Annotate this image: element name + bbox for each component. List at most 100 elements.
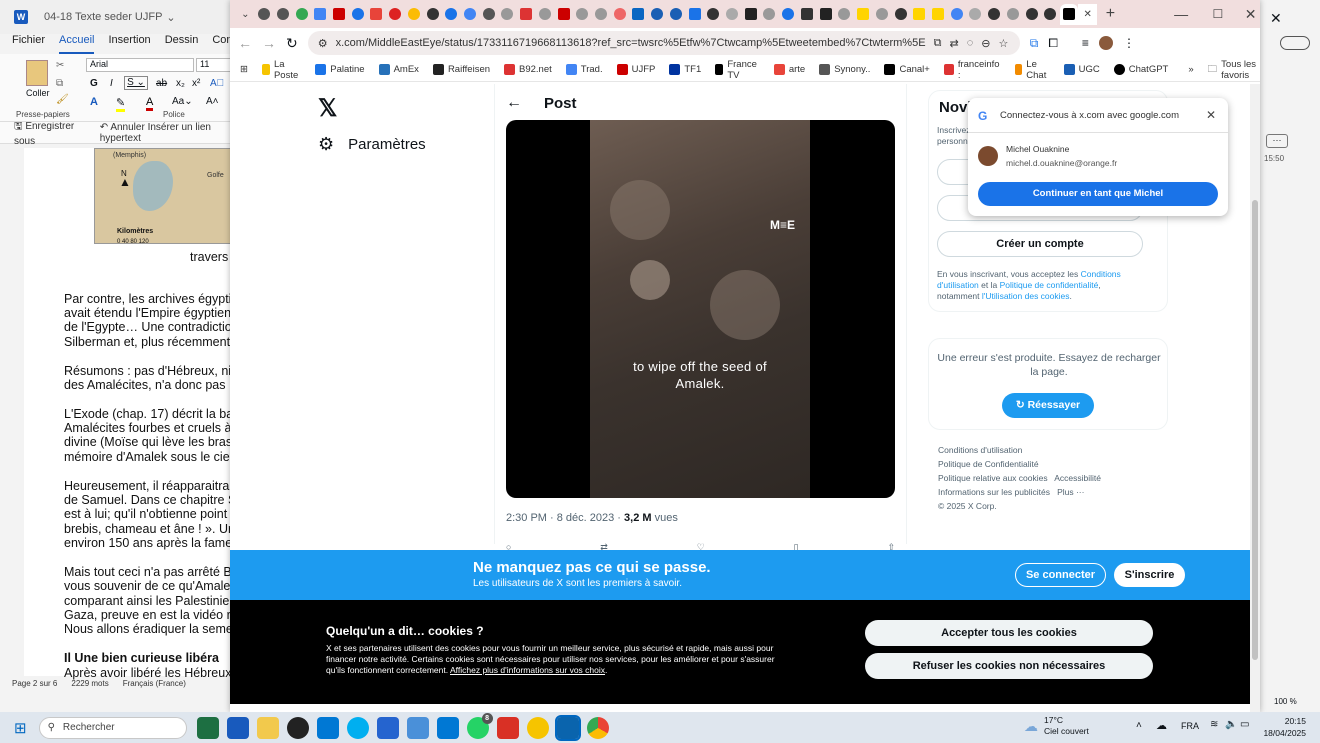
tab-close-icon[interactable]: ✕ <box>1078 3 1098 25</box>
status-page[interactable]: Page 2 sur 6 <box>12 679 57 688</box>
tab-favicon[interactable] <box>947 4 966 25</box>
media-icon[interactable]: ≡ <box>1082 36 1089 50</box>
tab-favicon[interactable] <box>872 4 891 25</box>
tab-favicon[interactable] <box>423 4 442 25</box>
tab-favicon[interactable] <box>536 4 555 25</box>
reply-icon[interactable]: ○ <box>506 542 511 552</box>
bookmark-trad[interactable]: Trad. <box>565 64 603 75</box>
tab-favicon[interactable] <box>985 4 1004 25</box>
bookmark-canal-plus[interactable]: Canal+ <box>884 64 930 75</box>
all-bookmarks-folder[interactable]: 🗀 Tous les favoris <box>1208 59 1260 81</box>
taskbar-search[interactable]: ⚲ Rechercher <box>38 716 187 739</box>
paste-label[interactable]: Coller <box>26 88 50 98</box>
tab-favicon[interactable] <box>461 4 480 25</box>
copy-icon[interactable]: ⧉ <box>56 78 63 89</box>
cookies-link[interactable]: l'Utilisation des cookies <box>982 291 1070 301</box>
page-scrollbar[interactable] <box>1250 84 1260 712</box>
post-timestamp[interactable]: 2:30 PM · 8 déc. 2023 · <box>506 512 624 524</box>
bookmark-tf1[interactable]: TF1 <box>669 64 701 75</box>
tab-favicon[interactable] <box>798 4 817 25</box>
apps-icon[interactable]: ⊞ <box>240 64 248 75</box>
menu-accueil[interactable]: Accueil <box>59 34 95 54</box>
bookmark-synonyms[interactable]: Synony.. <box>819 64 870 75</box>
tab-favicon[interactable] <box>1003 4 1022 25</box>
text-effects-icon[interactable]: A <box>90 96 98 108</box>
retry-button[interactable]: ↻ Réessayer <box>1002 393 1094 418</box>
close-window-icon[interactable]: ✕ <box>1241 4 1260 25</box>
more-options-icon[interactable]: ··· <box>1266 134 1288 148</box>
calculator-icon[interactable] <box>406 716 429 739</box>
zoom-icon[interactable]: ⊖ <box>981 37 990 50</box>
tab-favicon[interactable] <box>273 4 292 25</box>
tab-favicon[interactable] <box>929 4 948 25</box>
change-case-icon[interactable]: Aa⌄ <box>172 96 193 107</box>
tab-favicon[interactable] <box>592 4 611 25</box>
weather-widget[interactable]: ☁ 17°C Ciel couvert <box>1024 715 1089 737</box>
footer-ads[interactable]: Informations sur les publicités <box>938 487 1050 497</box>
tab-favicon[interactable] <box>835 4 854 25</box>
tab-favicon[interactable] <box>498 4 517 25</box>
bookmark-chatgpt[interactable]: ChatGPT <box>1113 64 1168 75</box>
refuse-cookies-button[interactable]: Refuser les cookies non nécessaires <box>865 653 1153 679</box>
chevron-up-icon[interactable]: ˄ <box>1136 720 1142 731</box>
onedrive-icon[interactable]: ☁ <box>1156 719 1167 732</box>
privacy-link[interactable]: Politique de confidentialité <box>1000 280 1099 290</box>
cut-icon[interactable]: ✂ <box>56 60 64 71</box>
footer-cookies[interactable]: Politique relative aux cookies <box>938 473 1048 483</box>
tab-favicon[interactable] <box>910 4 929 25</box>
tab-favicon[interactable] <box>891 4 910 25</box>
save-as-button[interactable]: 🖫 Enregistrer sous <box>14 119 86 147</box>
tab-favicon[interactable] <box>404 4 423 25</box>
menu-dessin[interactable]: Dessin <box>165 34 199 54</box>
toggle-switch[interactable] <box>1280 36 1310 50</box>
cookie-info-link[interactable]: Affichez plus d'informations sur vos cho… <box>450 665 605 675</box>
tab-favicon[interactable] <box>386 4 405 25</box>
grow-font-icon[interactable]: A˄ <box>206 96 219 107</box>
tab-favicon[interactable] <box>704 4 723 25</box>
x-logo-icon[interactable]: 𝕏 <box>318 94 337 123</box>
excel-icon[interactable] <box>196 716 219 739</box>
translate-ext-icon[interactable]: ⧉ <box>1030 36 1039 51</box>
status-lang[interactable]: Français (France) <box>123 679 186 688</box>
scrollbar-thumb[interactable] <box>1252 200 1258 660</box>
status-words[interactable]: 2229 mots <box>71 679 108 688</box>
bookmark-ugc[interactable]: UGC <box>1063 64 1100 75</box>
tab-favicon[interactable] <box>723 4 742 25</box>
bookmark-ujfp[interactable]: UJFP <box>616 64 655 75</box>
clear-format-icon[interactable]: A⃝ <box>210 78 224 89</box>
profile-avatar[interactable] <box>1098 36 1113 50</box>
reload-icon[interactable]: ↻ <box>286 35 298 52</box>
menu-insertion[interactable]: Insertion <box>108 34 150 54</box>
tab-favicon[interactable] <box>311 4 330 25</box>
footer-privacy[interactable]: Politique de Confidentialité <box>938 459 1039 469</box>
extensions-icon[interactable]: ⧠ <box>1048 36 1058 51</box>
tab-favicon[interactable] <box>255 4 274 25</box>
back-arrow-icon[interactable]: ← <box>506 94 522 112</box>
footer-terms[interactable]: Conditions d'utilisation <box>938 445 1022 455</box>
signup-button[interactable]: S'inscrire <box>1114 563 1185 587</box>
paste-icon[interactable] <box>26 60 48 86</box>
font-color-icon[interactable]: A <box>146 96 154 111</box>
tab-favicon[interactable] <box>1041 4 1060 25</box>
whatsapp-icon[interactable]: 8 <box>466 712 493 739</box>
bookmark-amex[interactable]: AmEx <box>378 64 419 75</box>
clock[interactable]: 20:15 18/04/2025 <box>1262 715 1306 739</box>
tab-favicon[interactable] <box>367 4 386 25</box>
menu-icon[interactable]: ⋮ <box>1123 36 1135 50</box>
translate-icon[interactable]: ⇄ <box>949 37 958 50</box>
tab-favicon[interactable] <box>741 4 760 25</box>
font-size-field[interactable]: 11 <box>196 58 232 72</box>
chevron-down-icon[interactable]: ⌄ <box>166 11 175 24</box>
highlight-icon[interactable]: ✎ <box>116 96 126 112</box>
tab-list-icon[interactable]: ⌄ <box>236 4 255 25</box>
language-indicator[interactable]: FRA <box>1181 721 1199 731</box>
italic-button[interactable]: I <box>110 78 113 89</box>
bookmark-le-chat[interactable]: Le Chat <box>1014 59 1050 81</box>
footer-more[interactable]: Plus ··· <box>1057 487 1084 497</box>
skype-icon[interactable] <box>346 716 369 739</box>
forward-icon[interactable]: → <box>262 35 276 51</box>
outlook-icon[interactable] <box>554 714 581 741</box>
underline-button[interactable]: S ⌄ <box>124 76 148 90</box>
share-icon[interactable]: ⇧ <box>887 542 895 552</box>
tab-favicon[interactable] <box>629 4 648 25</box>
